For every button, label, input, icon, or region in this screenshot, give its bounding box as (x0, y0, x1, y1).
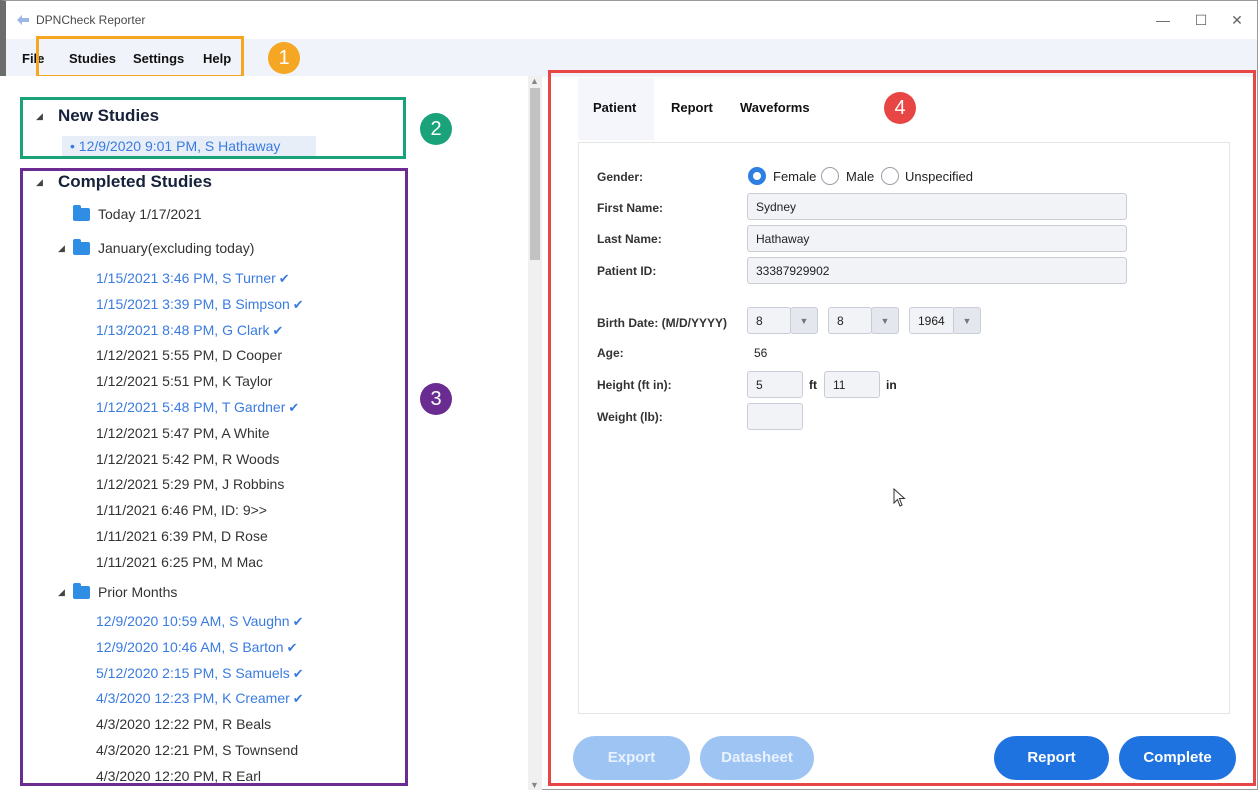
callout-box-new-studies (20, 97, 406, 159)
app-logo-icon (17, 15, 29, 25)
scroll-up-icon[interactable]: ▲ (530, 76, 539, 86)
scroll-down-icon[interactable]: ▼ (530, 780, 539, 790)
callout-box-patient-detail (548, 70, 1256, 786)
minimize-button[interactable]: — (1153, 10, 1173, 30)
callout-number-3: 3 (420, 383, 452, 415)
callout-number-1: 1 (268, 42, 300, 74)
callout-box-menu (36, 36, 244, 78)
tree-scrollbar-thumb[interactable] (530, 88, 540, 260)
close-button[interactable]: ✕ (1227, 10, 1247, 30)
callout-number-2: 2 (420, 113, 452, 145)
maximize-button[interactable]: ☐ (1191, 10, 1211, 30)
title-bar: DPNCheck Reporter — ☐ ✕ (6, 1, 1257, 39)
callout-box-completed-studies (20, 168, 408, 786)
window-title: DPNCheck Reporter (36, 13, 146, 27)
